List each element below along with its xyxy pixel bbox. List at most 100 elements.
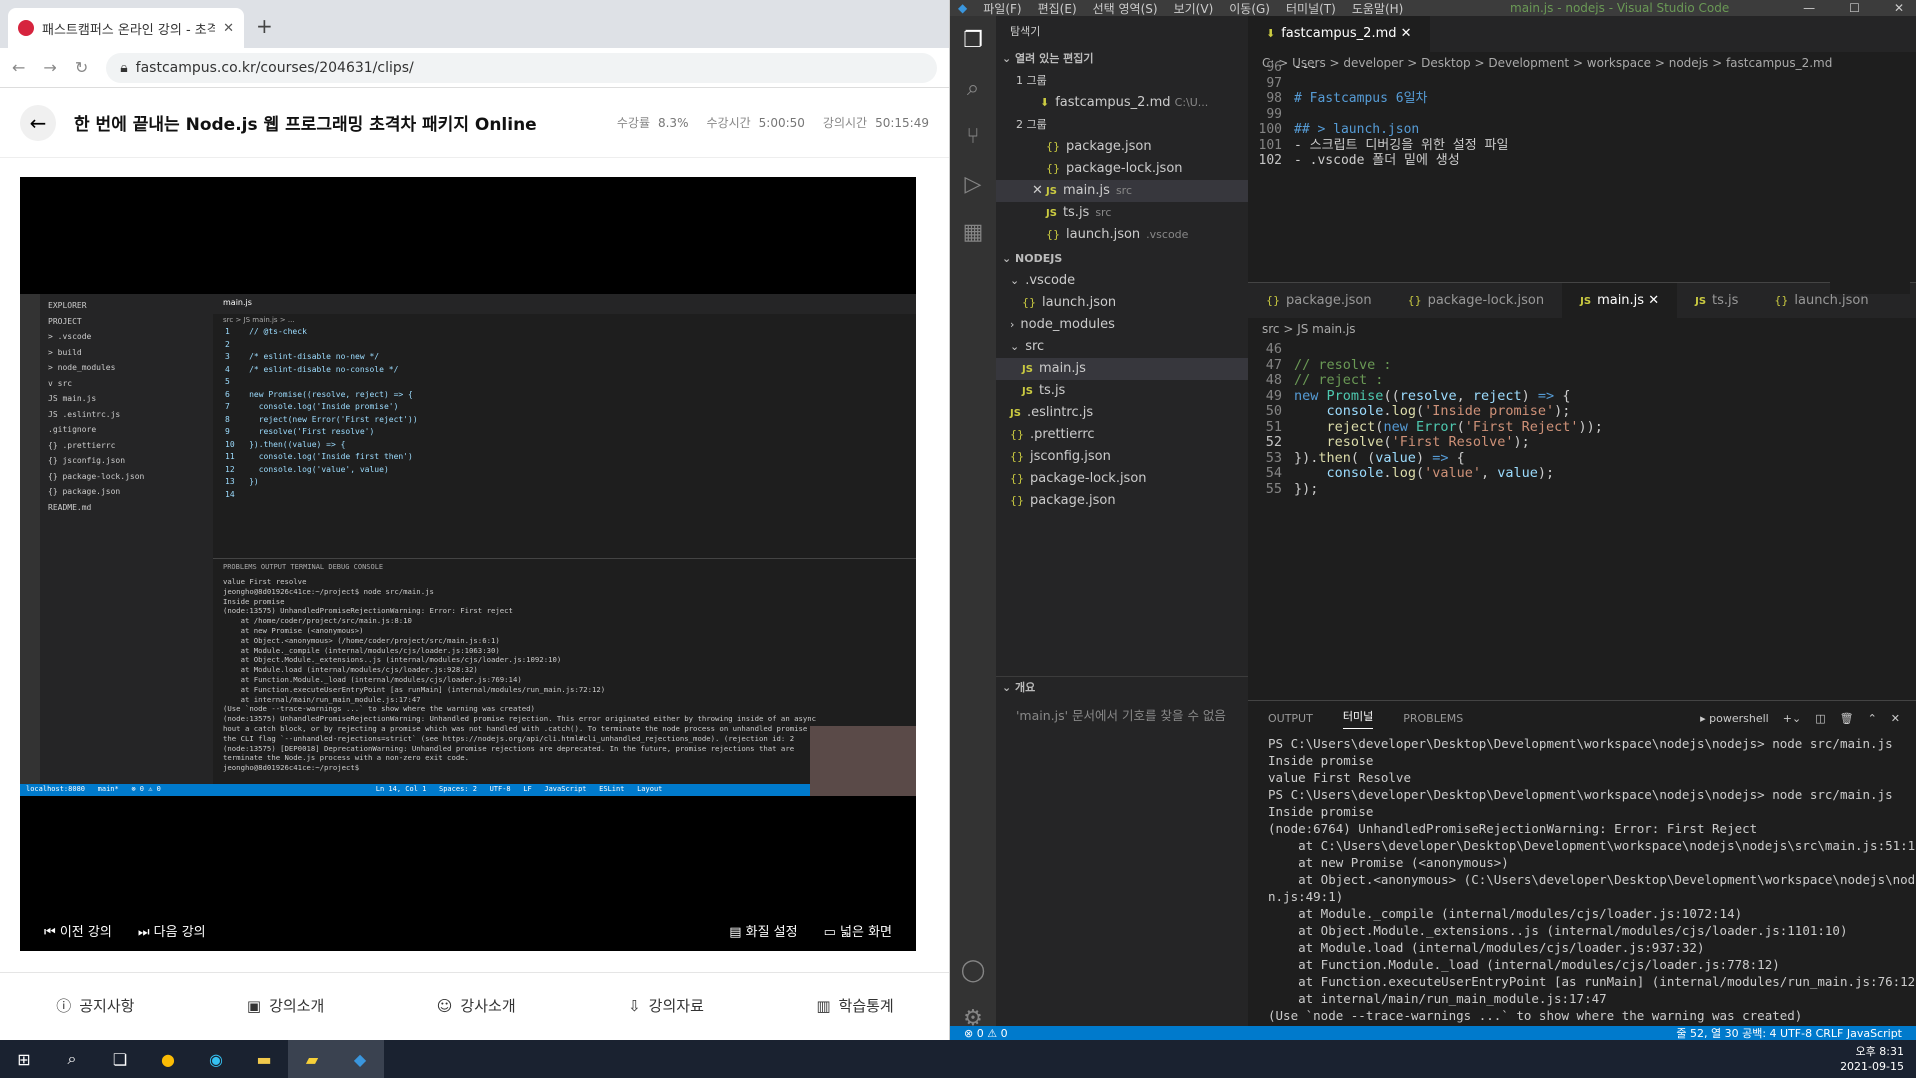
editor-status[interactable]: 줄 52, 열 30 공백: 4 UTF-8 CRLF JavaScript <box>1676 1025 1902 1040</box>
notice-tab[interactable]: ⓘ 공지사항 <box>56 995 134 1016</box>
file-explorer-icon[interactable]: ▬ <box>240 1040 288 1078</box>
forward-icon[interactable]: → <box>43 58 56 77</box>
tree-item[interactable]: JS main.js <box>996 358 1248 380</box>
add-terminal-icon[interactable]: +⌄ <box>1783 712 1801 725</box>
minimap-1[interactable] <box>1830 74 1910 294</box>
terminal-line: at Object.<anonymous> (C:\Users\develope… <box>1298 872 1916 887</box>
close-window-icon[interactable]: ✕ <box>1894 1 1904 15</box>
extensions-icon[interactable]: ▦ <box>950 208 996 256</box>
menu-item[interactable]: 편집(E) <box>1038 0 1077 17</box>
open-editor-item[interactable]: {} package-lock.json <box>996 158 1248 180</box>
windows-start-icon[interactable]: ⊞ <box>0 1040 48 1078</box>
tree-item[interactable]: › node_modules <box>996 314 1248 336</box>
url-input[interactable]: 🔒︎ fastcampus.co.kr/courses/204631/clips… <box>106 52 937 83</box>
menu-item[interactable]: 터미널(T) <box>1286 0 1336 17</box>
editor-tab[interactable]: JS ts.js <box>1677 283 1756 318</box>
tree-item[interactable]: {} launch.json <box>996 292 1248 314</box>
tab-terminal[interactable]: 터미널 <box>1342 708 1374 729</box>
open-editor-item[interactable]: {} launch.json .vscode <box>996 224 1248 246</box>
back-arrow-icon[interactable]: ← <box>20 104 56 141</box>
tab-problems[interactable]: PROBLEMS <box>1403 712 1463 725</box>
vscode-taskbar-icon[interactable]: ◆ <box>336 1040 384 1078</box>
open-editor-hint: C:\U... <box>1174 96 1209 109</box>
group2-label: 2 그룹 <box>1016 118 1047 131</box>
open-editor-item[interactable]: {} package.json <box>996 136 1248 158</box>
tree-item[interactable]: {} .prettierrc <box>996 424 1248 446</box>
inner-code: 1 // @ts-check 2 3 /* eslint-disable no-ne… <box>213 326 916 501</box>
next-lecture-button[interactable]: ⏭︎ 다음 강의 <box>138 921 206 940</box>
minimap-2[interactable] <box>1830 366 1910 696</box>
close-tab-icon[interactable]: ✕ <box>223 21 234 36</box>
open-editor-item[interactable]: JS ts.js src <box>996 202 1248 224</box>
tree-item[interactable]: ⌄ .vscode <box>996 270 1248 292</box>
task-view-icon[interactable]: ❏ <box>96 1040 144 1078</box>
chart-icon: ▥ <box>816 996 831 1015</box>
json-file-icon: {} <box>1010 494 1024 507</box>
shell-selector[interactable]: ▸ powershell <box>1700 712 1769 725</box>
minimize-icon[interactable]: — <box>1803 1 1815 15</box>
back-icon[interactable]: ← <box>12 58 25 77</box>
tab-fastcampus-md[interactable]: ⬇ fastcampus_2.md ✕ <box>1248 16 1430 52</box>
intro-tab[interactable]: ▣ 강의소개 <box>247 995 324 1016</box>
edge-icon[interactable]: ◉ <box>192 1040 240 1078</box>
line-number: 47 <box>1265 356 1282 373</box>
tree-item[interactable]: JS .eslintrc.js <box>996 402 1248 424</box>
outline-message: 'main.js' 문서에서 기호를 찾을 수 없음 <box>1016 708 1226 723</box>
close-editor-icon[interactable]: ✕ <box>1032 180 1046 202</box>
materials-tab[interactable]: ⇩ 강의자료 <box>628 995 704 1016</box>
js-editor[interactable]: 46 47// resolve : 48// reject : 49 new Pr… <box>1248 340 1916 497</box>
terminal-output[interactable]: PS C:\Users\developer\Desktop\Developmen… <box>1248 735 1916 1024</box>
new-tab-icon[interactable]: + <box>256 14 273 38</box>
menu-item[interactable]: 도움말(H) <box>1352 0 1404 17</box>
account-icon[interactable]: ◯ <box>950 946 996 994</box>
maximize-icon[interactable]: ☐ <box>1849 1 1860 15</box>
menu-item[interactable]: 파일(F) <box>983 0 1021 17</box>
inner-terminal-line: at Object.Module._extensions..js (intern… <box>223 655 562 665</box>
editor-tab[interactable]: {} package-lock.json <box>1390 283 1563 318</box>
source-control-icon[interactable]: ⑂ <box>950 112 996 160</box>
stats-tab[interactable]: ▥ 학습통계 <box>816 995 893 1016</box>
menu-item[interactable]: 선택 영역(S) <box>1093 0 1158 17</box>
menu-item[interactable]: 이동(G) <box>1229 0 1270 17</box>
nodejs-folder-header[interactable]: ⌄ NODEJS <box>996 248 1248 270</box>
open-editor-item[interactable]: ✕ JS main.js src <box>996 180 1248 202</box>
reload-icon[interactable]: ↻ <box>75 58 88 77</box>
chrome-icon[interactable]: ● <box>144 1040 192 1078</box>
system-clock[interactable]: 오후 8:31 2021-09-15 <box>1840 1044 1904 1074</box>
tree-item[interactable]: {} jsconfig.json <box>996 446 1248 468</box>
instructor-tab[interactable]: ☺ 강사소개 <box>437 995 516 1016</box>
maximize-panel-icon[interactable]: ⌃ <box>1868 712 1877 725</box>
quality-button[interactable]: ▤ 화질 설정 <box>729 921 797 940</box>
inner-activity-bar <box>20 294 40 784</box>
wide-screen-button[interactable]: ▭ 넓은 화면 <box>824 921 892 940</box>
menu-item[interactable]: 보기(V) <box>1174 0 1214 17</box>
trash-icon[interactable]: 🗑︎ <box>1840 712 1854 725</box>
address-bar-row: ← → ↻ 🔒︎ fastcampus.co.kr/courses/204631… <box>0 48 949 88</box>
tree-item[interactable]: JS ts.js <box>996 380 1248 402</box>
close-tab-icon[interactable]: ✕ <box>1644 293 1659 308</box>
tree-item[interactable]: {} package.json <box>996 490 1248 512</box>
close-tab-icon[interactable]: ✕ <box>1401 26 1412 41</box>
inner-code-line: 4 /* eslint-disable no-console */ <box>225 364 399 374</box>
editor-tab[interactable]: {} package.json <box>1248 283 1390 318</box>
tree-item[interactable]: ⌄ src <box>996 336 1248 358</box>
prev-lecture-button[interactable]: ⏮︎ 이전 강의 <box>44 921 112 940</box>
video-player[interactable]: EXPLORER PROJECT > .vscode > build > node_mo… <box>20 177 916 951</box>
open-editors-header[interactable]: ⌄ 열려 있는 편집기 <box>996 48 1248 70</box>
search-icon[interactable]: ⌕ <box>950 64 996 112</box>
run-debug-icon[interactable]: ▷ <box>950 160 996 208</box>
open-editor-item[interactable]: ⬇ fastcampus_2.md C:\U... <box>996 92 1248 114</box>
split-terminal-icon[interactable]: ◫ <box>1815 712 1825 725</box>
tree-item[interactable]: {} package-lock.json <box>996 468 1248 490</box>
sticky-notes-icon[interactable]: ▰ <box>288 1040 336 1078</box>
files-icon[interactable]: ❐ <box>950 16 996 64</box>
close-panel-icon[interactable]: ✕ <box>1891 712 1900 725</box>
markdown-editor[interactable]: 96 --- 97 98 # Fastcampus 6일차 99 100 ## > launc… <box>1248 60 1916 282</box>
problems-status[interactable]: ⊗ 0 ⚠ 0 <box>964 1027 1008 1040</box>
js-file-icon: JS <box>1010 408 1021 419</box>
search-icon[interactable]: ⌕ <box>48 1040 96 1078</box>
outline-header[interactable]: ⌄ 개요 <box>996 677 1248 699</box>
editor-tab[interactable]: JS main.js ✕ <box>1562 283 1678 318</box>
tab-output[interactable]: OUTPUT <box>1268 712 1313 725</box>
browser-tab[interactable]: 패스트캠퍼스 온라인 강의 - 초격 ✕ <box>8 8 244 48</box>
